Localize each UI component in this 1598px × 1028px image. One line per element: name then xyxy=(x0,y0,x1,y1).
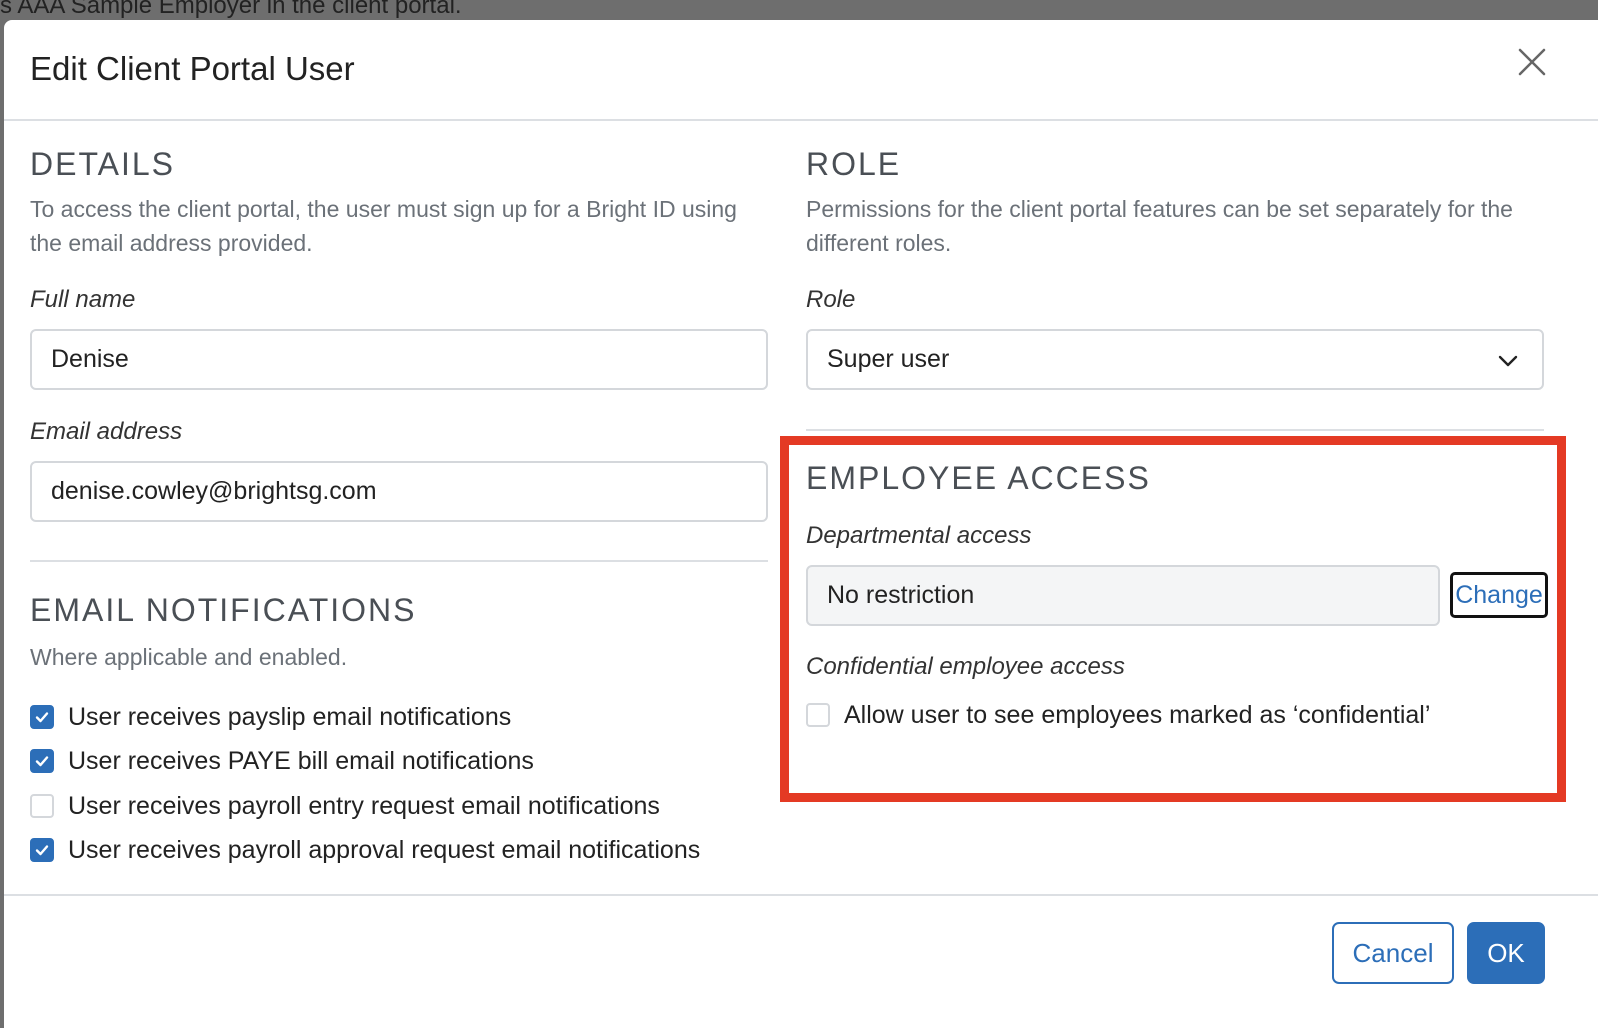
footer-divider xyxy=(4,894,1598,896)
departmental-access-label: Departmental access xyxy=(806,522,1032,549)
paye-notification-label: User receives PAYE bill email notificati… xyxy=(68,746,534,775)
check-icon xyxy=(35,756,49,767)
notification-row-payroll-entry: User receives payroll entry request emai… xyxy=(30,791,660,821)
payroll-approval-notification-label: User receives payroll approval request e… xyxy=(68,835,701,864)
confidential-access-checkbox[interactable] xyxy=(806,703,830,727)
role-select[interactable]: Super user xyxy=(806,329,1544,390)
payroll-entry-notification-checkbox[interactable] xyxy=(30,794,54,818)
details-divider xyxy=(30,560,768,562)
role-heading: ROLE xyxy=(806,146,902,182)
notification-row-payroll-approval: User receives payroll approval request e… xyxy=(30,835,700,865)
confidential-access-row: Allow user to see employees marked as ‘c… xyxy=(806,700,1430,730)
details-help-text: To access the client portal, the user mu… xyxy=(30,196,737,256)
edit-user-dialog: Edit Client Portal User DETAILS To acces… xyxy=(4,20,1598,1028)
close-icon[interactable] xyxy=(1512,42,1552,82)
role-label: Role xyxy=(806,286,856,313)
chevron-down-icon xyxy=(1498,355,1518,367)
paye-notification-checkbox[interactable] xyxy=(30,749,54,773)
full-name-label: Full name xyxy=(30,286,136,313)
notification-row-paye: User receives PAYE bill email notificati… xyxy=(30,746,534,776)
departmental-access-field: No restriction xyxy=(806,565,1440,626)
modal-title: Edit Client Portal User xyxy=(30,50,355,87)
role-select-value: Super user xyxy=(827,345,950,373)
backdrop-text: s AAA Sample Employer in the client port… xyxy=(0,0,462,19)
role-help-text: Permissions for the client portal featur… xyxy=(806,196,1513,256)
check-icon xyxy=(35,712,49,723)
email-label: Email address xyxy=(30,418,183,445)
payroll-approval-notification-checkbox[interactable] xyxy=(30,838,54,862)
confidential-access-label: Confidential employee access xyxy=(806,653,1125,680)
full-name-value: Denise xyxy=(51,345,129,373)
check-icon xyxy=(35,845,49,856)
full-name-input[interactable]: Denise xyxy=(30,329,768,390)
email-notifications-heading: EMAIL NOTIFICATIONS xyxy=(30,592,417,628)
details-heading: DETAILS xyxy=(30,146,175,182)
email-notifications-help-text: Where applicable and enabled. xyxy=(30,644,348,670)
payslip-notification-checkbox[interactable] xyxy=(30,705,54,729)
ok-button[interactable]: OK xyxy=(1467,922,1545,984)
departmental-access-value: No restriction xyxy=(827,581,975,609)
employee-access-heading: EMPLOYEE ACCESS xyxy=(806,460,1151,496)
email-input[interactable]: denise.cowley@brightsg.com xyxy=(30,461,768,522)
notification-row-payslip: User receives payslip email notification… xyxy=(30,702,511,732)
role-divider xyxy=(806,429,1544,431)
confidential-access-checkbox-label: Allow user to see employees marked as ‘c… xyxy=(844,700,1431,729)
cancel-button[interactable]: Cancel xyxy=(1332,922,1454,984)
payslip-notification-label: User receives payslip email notification… xyxy=(68,702,512,731)
change-departmental-access-link[interactable]: Change xyxy=(1450,572,1548,618)
payroll-entry-notification-label: User receives payroll entry request emai… xyxy=(68,791,660,820)
email-value: denise.cowley@brightsg.com xyxy=(51,477,377,505)
modal-header: Edit Client Portal User xyxy=(4,20,1598,121)
